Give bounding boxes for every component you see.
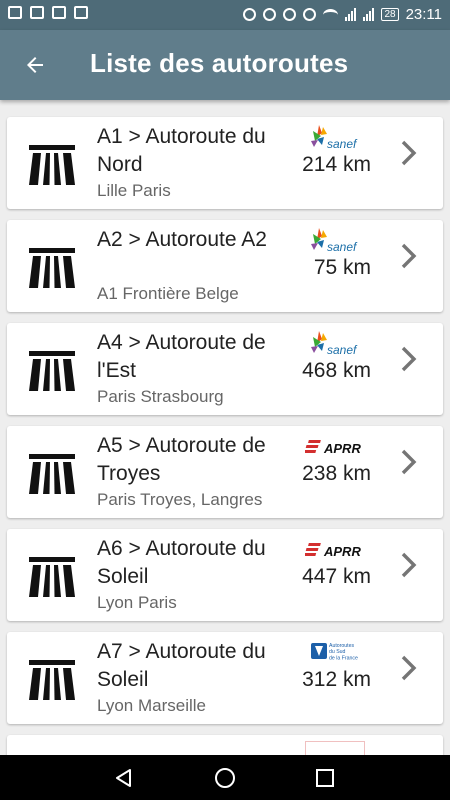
notification-icon (52, 6, 66, 19)
highway-route: Paris Troyes, Langres (97, 490, 263, 509)
highway-icon (29, 454, 75, 494)
highway-distance: 75 km (313, 256, 371, 279)
notification-icons (8, 6, 88, 19)
highway-name: A5 > Autoroute de Troyes (97, 434, 266, 485)
notification-icon (74, 6, 88, 19)
app-bar: Liste des autoroutes (0, 30, 450, 100)
home-nav-icon[interactable] (213, 766, 237, 790)
svg-text:sanef: sanef (327, 137, 358, 151)
chevron-right-icon (401, 449, 417, 475)
location-icon (243, 8, 257, 21)
highway-route: Lyon Paris (97, 593, 177, 612)
highway-name: A1 > Autoroute du Nord (97, 125, 266, 176)
alarm-icon (283, 8, 297, 21)
signal-icon (363, 8, 375, 21)
highway-list-item[interactable]: A5 > Autoroute de Troyes Paris Troyes, La… (7, 426, 443, 518)
highway-list-item[interactable]: A2 > Autoroute A2 A1 Frontière Belge sanef… (7, 220, 443, 312)
highway-route: Paris Strasbourg (97, 387, 224, 406)
highway-distance: 312 km (302, 668, 371, 691)
highway-route: A1 Frontière Belge (97, 284, 239, 303)
svg-text:APRR: APRR (323, 544, 361, 559)
highway-distance: 214 km (302, 153, 371, 176)
highway-icon (29, 145, 75, 185)
chevron-right-icon (401, 552, 417, 578)
chevron-right-icon (401, 346, 417, 372)
battery-level: 28 (381, 8, 399, 21)
svg-text:Autoroutesdu Sudde la France: Autoroutes du Sud de la France (329, 643, 358, 661)
notification-icon (8, 6, 22, 19)
highway-name: A6 > Autoroute du Soleil (97, 537, 266, 588)
operator-logo: sanef (305, 123, 367, 153)
highway-icon (29, 351, 75, 391)
wifi-icon (323, 8, 339, 21)
notification-icon (30, 6, 44, 19)
operator-logo: APRR (303, 535, 367, 565)
highway-list-item[interactable]: A1 > Autoroute du Nord Lille Paris sanef 21… (7, 117, 443, 209)
clock: 23:11 (405, 6, 442, 23)
status-bar: 28 23:11 (0, 0, 450, 30)
highway-list-item[interactable]: A7 > Autoroute du Soleil Lyon Marseille Au… (7, 632, 443, 724)
highway-list-item[interactable]: A4 > Autoroute de l'Est Paris Strasbourg s… (7, 323, 443, 415)
chevron-right-icon (401, 655, 417, 681)
back-button[interactable] (18, 48, 52, 82)
navigation-bar (0, 755, 450, 800)
signal-icon (345, 8, 357, 21)
recents-nav-icon[interactable] (313, 766, 337, 790)
operator-logo: APRR (303, 432, 367, 462)
highway-icon (29, 557, 75, 597)
page-title: Liste des autoroutes (90, 48, 349, 78)
chevron-right-icon (401, 243, 417, 269)
highway-icon (29, 660, 75, 700)
svg-text:APRR: APRR (323, 441, 361, 456)
operator-logo: sanef (305, 226, 367, 256)
highway-icon (29, 248, 75, 288)
highway-route: Lyon Marseille (97, 696, 206, 715)
back-nav-icon[interactable] (112, 766, 136, 790)
operator-logo: sanef (305, 329, 367, 359)
highway-name: A7 > Autoroute du Soleil (97, 640, 266, 691)
eye-icon (303, 8, 317, 21)
svg-text:sanef: sanef (327, 240, 358, 254)
highway-name: A2 > Autoroute A2 (97, 228, 267, 251)
highway-name: A4 > Autoroute de l'Est (97, 331, 266, 382)
chevron-right-icon (401, 140, 417, 166)
operator-logo: Autoroutes du Sud de la France (305, 638, 367, 668)
svg-text:sanef: sanef (327, 343, 358, 357)
highway-distance: 447 km (302, 565, 371, 588)
bluetooth-icon (263, 8, 277, 21)
highway-distance: 238 km (302, 462, 371, 485)
arrow-left-icon (27, 57, 43, 73)
highway-distance: 468 km (302, 359, 371, 382)
highway-route: Lille Paris (97, 181, 171, 200)
highway-list-item[interactable]: A6 > Autoroute du Soleil Lyon Paris APRR 44… (7, 529, 443, 621)
